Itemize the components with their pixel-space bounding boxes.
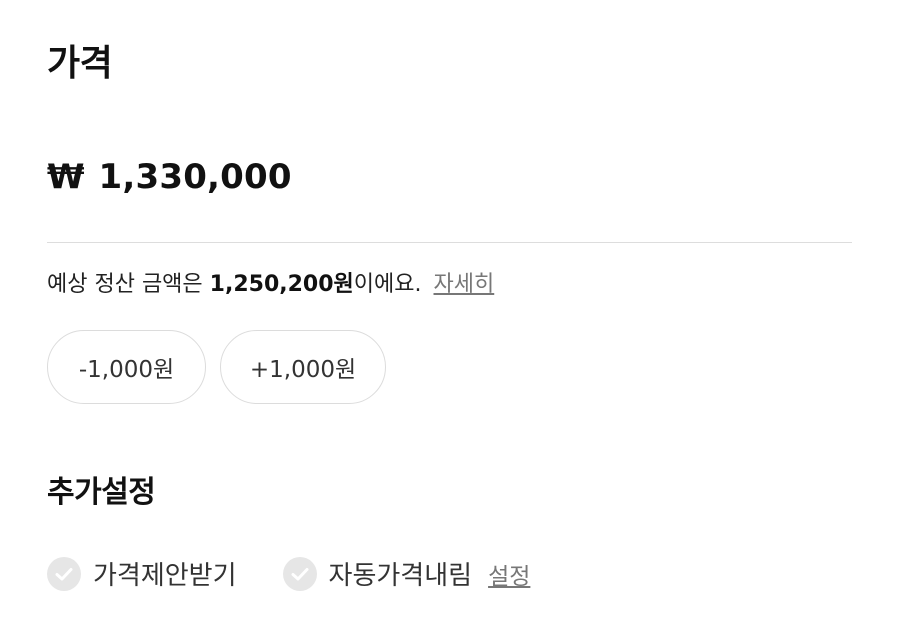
price-value: 1,330,000 (98, 157, 292, 197)
check-circle-icon[interactable] (282, 556, 317, 591)
price-section-title: 가격 (47, 43, 113, 84)
settlement-amount: 1,250,200원 (209, 272, 354, 297)
decrease-price-button[interactable]: -1,000원 (47, 330, 206, 404)
currency-symbol: ₩ (47, 157, 85, 197)
price-offer-option[interactable]: 가격제안받기 (47, 555, 237, 592)
settlement-info: 예상 정산 금액은 1,250,200원이에요. 자세히 (47, 270, 494, 300)
auto-price-drop-setting-link[interactable]: 설정 (488, 557, 530, 591)
extra-settings-title: 추가설정 (47, 475, 156, 510)
price-offer-label: 가격제안받기 (93, 561, 237, 591)
extra-settings-options: 가격제안받기 자동가격내림 설정 (47, 555, 530, 592)
price-divider (47, 242, 852, 243)
settlement-prefix: 예상 정산 금액은 (47, 272, 210, 297)
detail-link[interactable]: 자세히 (434, 272, 495, 297)
auto-price-drop-label: 자동가격내림 (328, 561, 473, 591)
settlement-suffix: 이에요. (353, 272, 422, 297)
price-display[interactable]: ₩ 1,330,000 (47, 160, 292, 194)
price-adjust-buttons: -1,000원 +1,000원 (47, 330, 386, 404)
check-circle-icon[interactable] (47, 556, 81, 591)
auto-price-drop-option[interactable]: 자동가격내림 설정 (282, 555, 530, 592)
increase-price-button[interactable]: +1,000원 (220, 330, 386, 404)
